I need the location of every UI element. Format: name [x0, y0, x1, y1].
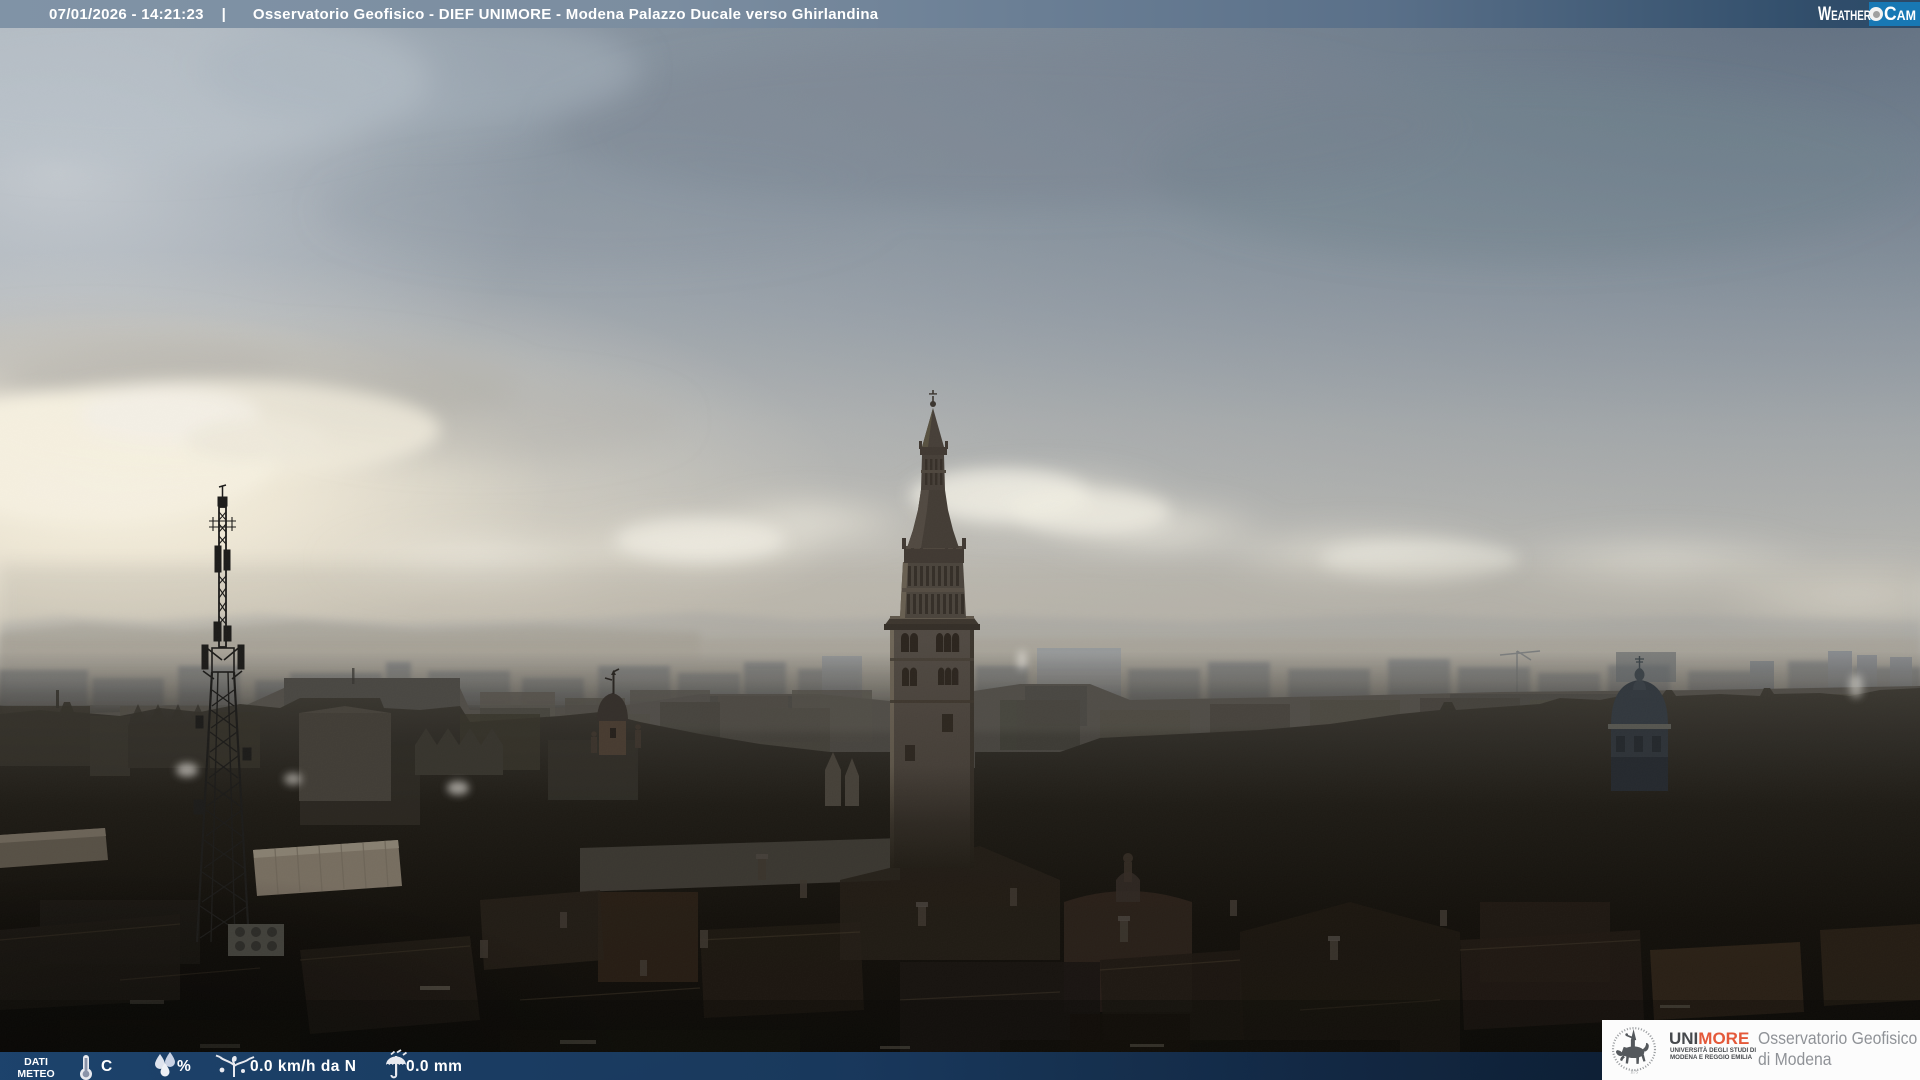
svg-text:1175: 1175 — [1630, 1070, 1638, 1075]
